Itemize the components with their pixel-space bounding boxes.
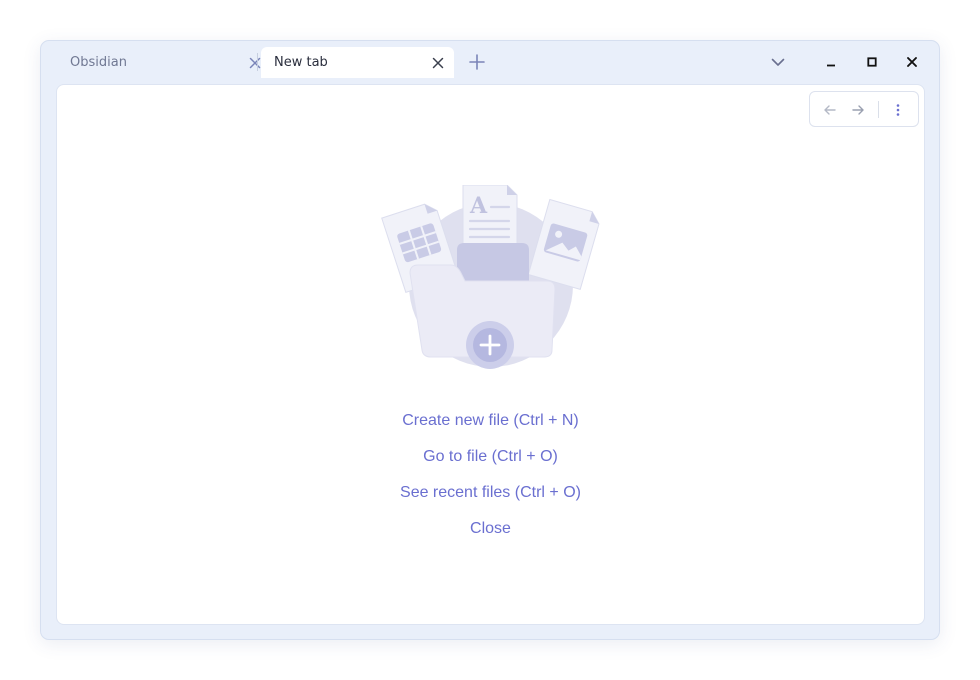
tab-label: Obsidian [70, 55, 127, 70]
svg-text:A: A [469, 193, 488, 219]
close-link[interactable]: Close [57, 511, 924, 547]
arrow-right-icon[interactable] [850, 102, 866, 118]
app-window: Obsidian New tab A Create new file (Ctrl… [40, 40, 940, 640]
main-content: A Create new file (Ctrl + N) Go to file … [56, 84, 925, 625]
divider [878, 101, 879, 118]
empty-folder-illustration: A [381, 185, 600, 369]
plus-icon[interactable] [468, 53, 486, 71]
close-icon[interactable] [430, 55, 446, 71]
minimize-icon[interactable] [823, 54, 839, 70]
navigation-controls [809, 91, 919, 127]
chevron-down-icon[interactable] [770, 54, 786, 70]
tab-new-tab[interactable]: New tab [261, 47, 454, 78]
empty-state-actions: Create new file (Ctrl + N) Go to file (C… [57, 403, 924, 547]
create-new-file-link[interactable]: Create new file (Ctrl + N) [57, 403, 924, 439]
tab-label: New tab [274, 55, 328, 70]
arrow-left-icon[interactable] [822, 102, 838, 118]
tab-separator [257, 53, 258, 71]
more-vertical-icon[interactable] [890, 102, 906, 118]
close-icon[interactable] [904, 54, 920, 70]
see-recent-files-link[interactable]: See recent files (Ctrl + O) [57, 475, 924, 511]
go-to-file-link[interactable]: Go to file (Ctrl + O) [57, 439, 924, 475]
maximize-icon[interactable] [864, 54, 880, 70]
tab-bar: Obsidian New tab [41, 41, 939, 85]
tab-obsidian[interactable]: Obsidian [57, 47, 261, 78]
